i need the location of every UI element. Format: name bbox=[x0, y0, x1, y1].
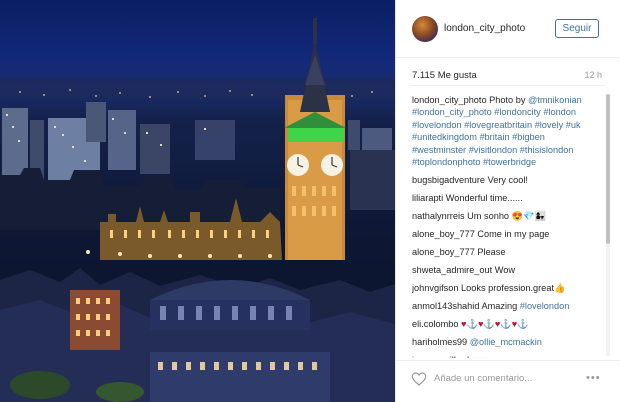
follow-button[interactable]: Seguir bbox=[555, 19, 599, 38]
post-header: london_city_photo Seguir bbox=[396, 0, 620, 58]
comment-username[interactable]: shweta_admire_out bbox=[412, 265, 492, 275]
hashtag[interactable]: #toplondonphoto bbox=[412, 157, 480, 167]
comment-text: Um sonho 😍💎👩‍👧 bbox=[467, 211, 546, 222]
post-username[interactable]: london_city_photo bbox=[444, 23, 525, 34]
hashtag[interactable]: #towerbridge bbox=[483, 157, 536, 167]
comment-text: Come in my page bbox=[477, 229, 550, 240]
scrollbar-thumb[interactable] bbox=[606, 94, 610, 244]
comment-text: Wonderful time...... bbox=[445, 193, 523, 204]
comment-hashtag[interactable]: #lovelondon bbox=[520, 301, 570, 311]
hashtag[interactable]: #londoncity bbox=[494, 107, 540, 117]
heart-outline-icon[interactable] bbox=[411, 371, 427, 387]
comment-username[interactable]: alone_boy_777 bbox=[412, 229, 475, 239]
comment: shweta_admire_out Wow bbox=[412, 264, 600, 276]
caption-text: Photo by bbox=[489, 95, 526, 105]
divider bbox=[410, 85, 605, 86]
hashtag[interactable]: #westminster bbox=[412, 145, 466, 155]
comment-bar: ••• bbox=[396, 360, 620, 402]
comment-username[interactable]: bugsbigadventure bbox=[412, 175, 485, 185]
comment-text: ♥⚓♥⚓♥⚓♥⚓ bbox=[461, 319, 529, 330]
comment: hariholmes99 @ollie_mcmackin bbox=[412, 336, 600, 348]
comment-username[interactable]: johnvgifson bbox=[412, 283, 458, 293]
comment-username[interactable]: nathalynrreis bbox=[412, 211, 465, 221]
hashtag[interactable]: #lovely bbox=[535, 120, 564, 130]
hashtag[interactable]: #unitedkingdom bbox=[412, 132, 477, 142]
likes-count[interactable]: 7.115 Me gusta bbox=[412, 70, 477, 81]
instagram-post-modal: london_city_photo Seguir 7.115 Me gusta … bbox=[0, 0, 620, 402]
comment-username[interactable]: eli.colombo bbox=[412, 319, 458, 329]
comment: liliarapti Wonderful time...... bbox=[412, 192, 600, 204]
hashtag[interactable]: #britain bbox=[479, 132, 509, 142]
comment-username[interactable]: anmol143shahid bbox=[412, 301, 479, 311]
comment-username[interactable]: hariholmes99 bbox=[412, 337, 467, 347]
ellipsis-icon[interactable]: ••• bbox=[586, 372, 601, 384]
comment: bugsbigadventure Very cool! bbox=[412, 174, 600, 186]
comment-text: Wow bbox=[494, 265, 515, 276]
comment-username[interactable]: jammrsmillard bbox=[412, 355, 469, 358]
comment: jammrsmillard ♥♥♥ bbox=[412, 354, 600, 358]
hashtag[interactable]: #lovelondon bbox=[412, 120, 462, 130]
hashtag[interactable]: #london bbox=[543, 107, 576, 117]
post-time[interactable]: 12 h bbox=[584, 70, 602, 80]
comment-mention[interactable]: @ollie_mcmackin bbox=[470, 337, 542, 347]
comment: johnvgifson Looks profession.great👍 bbox=[412, 282, 600, 294]
hashtag[interactable]: #uk bbox=[566, 120, 581, 130]
comment: eli.colombo ♥⚓♥⚓♥⚓♥⚓ bbox=[412, 318, 600, 330]
comments-list: london_city_photo Photo by @tmnikonian #… bbox=[412, 94, 600, 358]
comment-text: Please bbox=[477, 247, 506, 258]
comment-username[interactable]: alone_boy_777 bbox=[412, 247, 475, 257]
comment-text: Looks profession.great👍 bbox=[461, 283, 566, 294]
avatar[interactable] bbox=[412, 16, 438, 42]
caption: london_city_photo Photo by @tmnikonian #… bbox=[412, 94, 600, 168]
caption-mention[interactable]: @tmnikonian bbox=[528, 95, 582, 105]
comment-input[interactable] bbox=[434, 373, 574, 384]
comment-username[interactable]: liliarapti bbox=[412, 193, 443, 203]
hashtag[interactable]: #lovegreatbritain bbox=[464, 120, 532, 130]
comment: alone_boy_777 Come in my page bbox=[412, 228, 600, 240]
comment: anmol143shahid Amazing #lovelondon bbox=[412, 300, 600, 312]
comment: alone_boy_777 Please bbox=[412, 246, 600, 258]
comment-text: Amazing bbox=[481, 301, 518, 312]
london-night-skyline-image bbox=[0, 18, 395, 402]
comment-text: ♥♥♥ bbox=[472, 355, 488, 358]
post-photo[interactable] bbox=[0, 0, 395, 402]
caption-username[interactable]: london_city_photo bbox=[412, 95, 487, 105]
comments-scrollbar[interactable] bbox=[606, 94, 610, 356]
comment: nathalynrreis Um sonho 😍💎👩‍👧 bbox=[412, 210, 600, 222]
comment-text: Very cool! bbox=[487, 175, 528, 186]
hashtag[interactable]: #london_city_photo bbox=[412, 107, 492, 117]
post-side-panel: london_city_photo Seguir 7.115 Me gusta … bbox=[395, 0, 620, 402]
hashtag[interactable]: #bigben bbox=[512, 132, 545, 142]
hashtag[interactable]: #thisislondon bbox=[520, 145, 574, 155]
hashtag[interactable]: #visitlondon bbox=[469, 145, 518, 155]
